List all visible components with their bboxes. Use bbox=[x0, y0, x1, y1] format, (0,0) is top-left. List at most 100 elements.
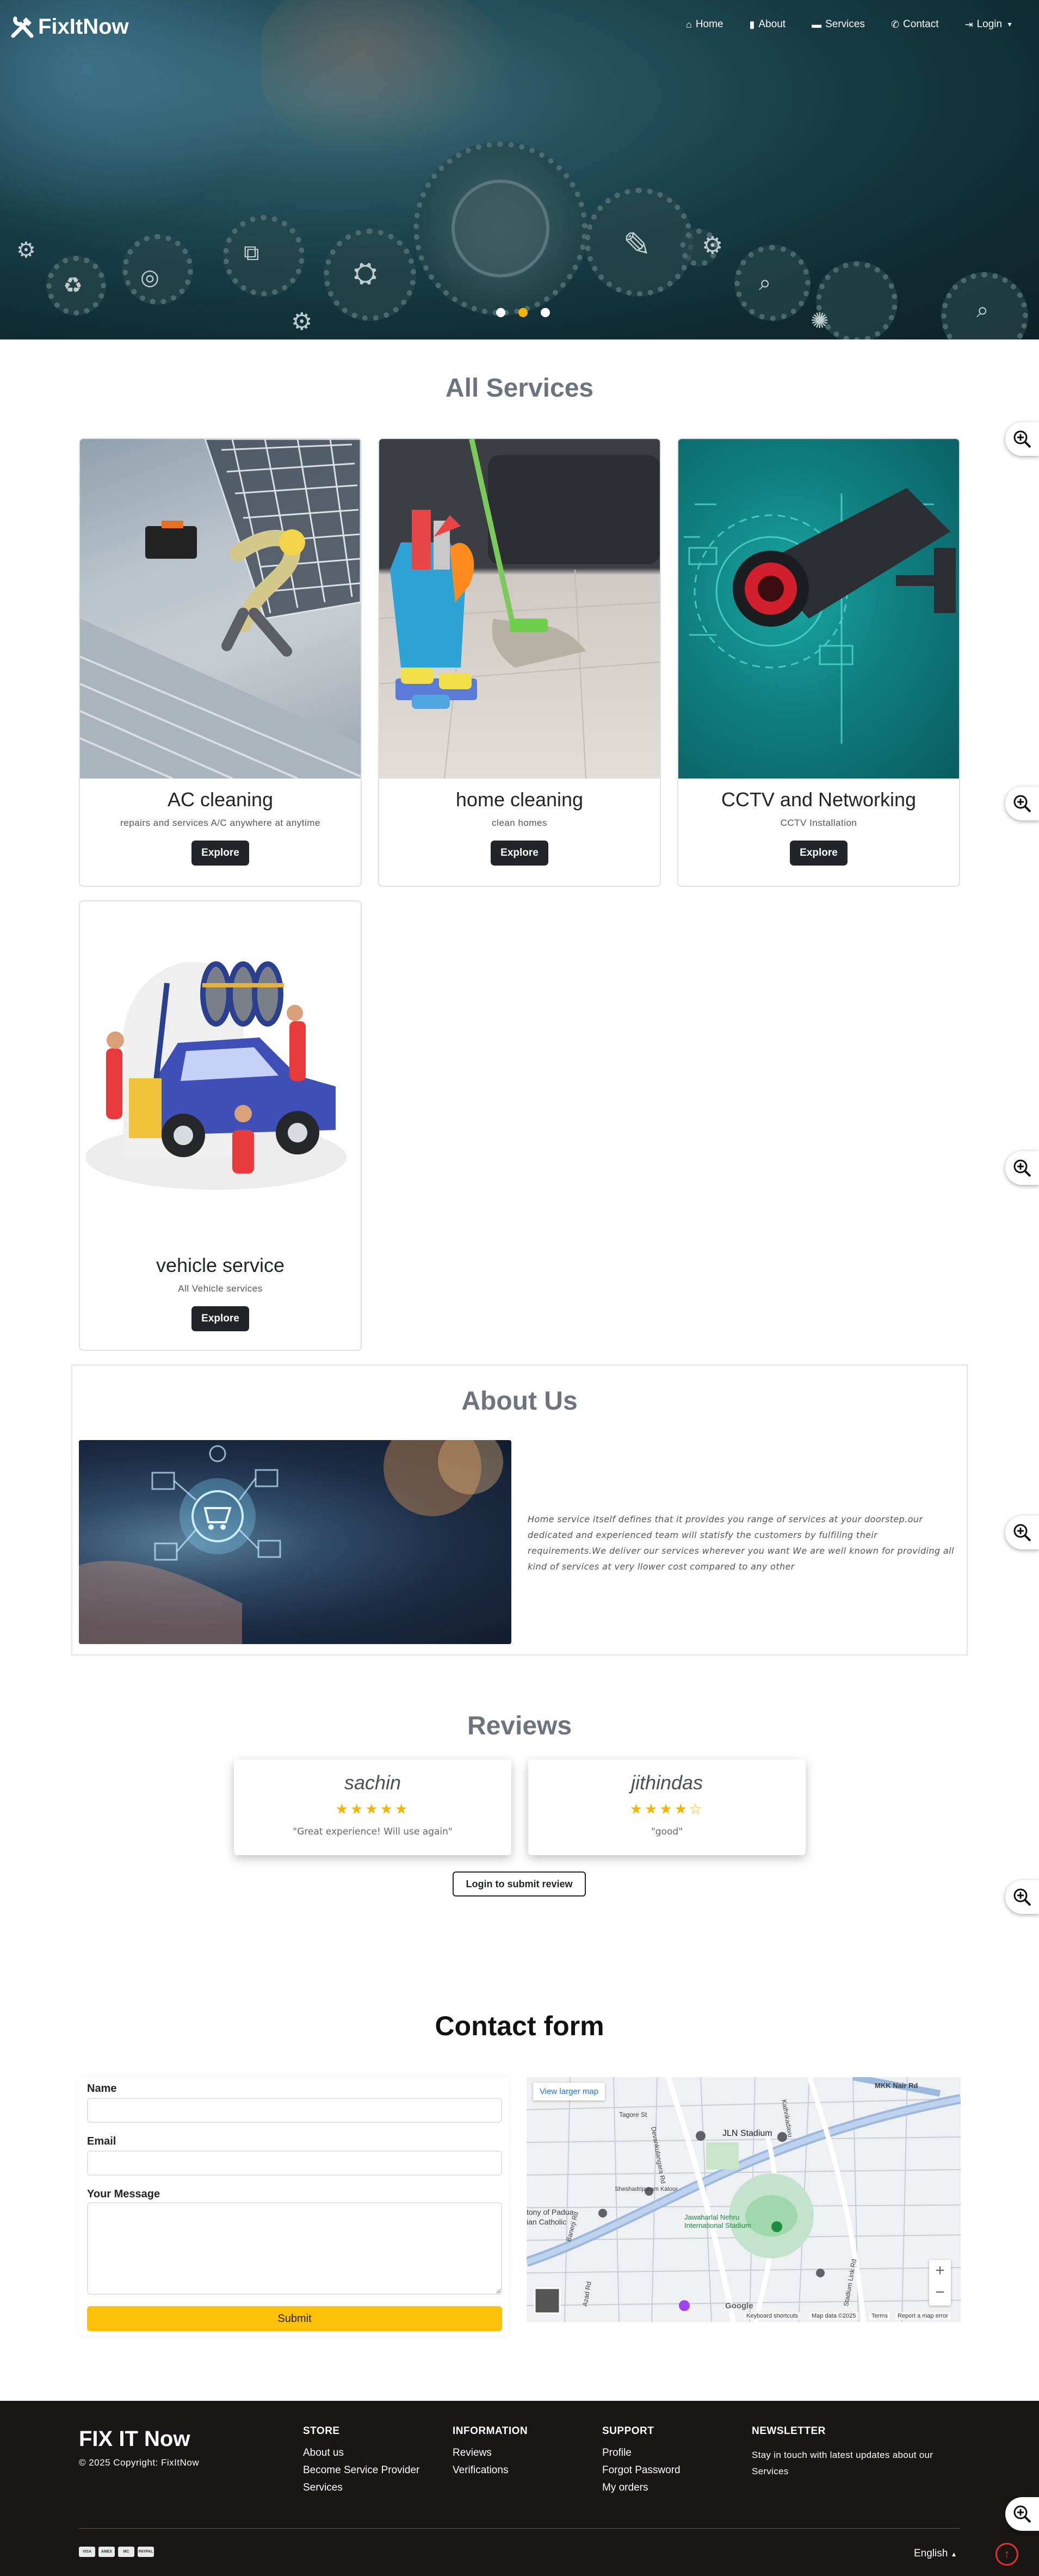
gear-icon bbox=[734, 245, 811, 321]
explore-button[interactable]: Explore bbox=[191, 841, 249, 866]
service-title: CCTV and Networking bbox=[721, 788, 917, 811]
explore-button[interactable]: Explore bbox=[790, 841, 848, 866]
target-icon: ◎ bbox=[140, 265, 159, 289]
message-textarea[interactable] bbox=[87, 2202, 502, 2295]
zoom-widget[interactable] bbox=[1005, 1880, 1039, 1914]
footer-information: INFORMATION Reviews Verifications bbox=[453, 2425, 528, 2482]
footer-brand: FIX IT Now bbox=[79, 2427, 190, 2451]
cogs-icon: ⚙ bbox=[291, 308, 313, 335]
hero-carousel: ✎ ⛭ ⧉ ◎ ♻ ⌕ ⌕ ⚙ ⚙ ⚙ ✺ FixItNow ⌂ Home ▮ Ab… bbox=[0, 0, 1039, 339]
zoom-icon bbox=[1013, 1524, 1031, 1542]
magnifier-icon: ⌕ bbox=[976, 298, 989, 322]
nav-about[interactable]: ▮ About bbox=[750, 18, 786, 30]
zoom-widget[interactable] bbox=[1005, 422, 1039, 456]
footer-link-orders[interactable]: My orders bbox=[602, 2482, 681, 2494]
carousel-indicators bbox=[496, 308, 563, 317]
map-report-link[interactable]: Report a map error bbox=[895, 2312, 950, 2320]
nav-services[interactable]: ▬ Services bbox=[812, 18, 865, 30]
footer-link-forgot-password[interactable]: Forgot Password bbox=[602, 2464, 681, 2476]
about-image bbox=[79, 1440, 511, 1644]
name-input[interactable] bbox=[87, 2098, 502, 2123]
submit-button[interactable]: Submit bbox=[87, 2306, 502, 2331]
cogs-icon: ⚙ bbox=[16, 238, 36, 262]
tools-icon bbox=[10, 14, 35, 39]
nav-home-label: Home bbox=[695, 18, 723, 30]
cogs-icon: ⚙ bbox=[702, 232, 723, 259]
service-desc: clean homes bbox=[492, 818, 547, 828]
reviewer-name: sachin bbox=[344, 1771, 401, 1794]
zoom-widget[interactable] bbox=[1005, 2497, 1039, 2531]
footer-link-services[interactable]: Services bbox=[303, 2482, 419, 2494]
map-terms-link[interactable]: Terms bbox=[869, 2312, 890, 2320]
nav-contact[interactable]: ✆ Contact bbox=[891, 18, 939, 30]
review-quote: "good" bbox=[651, 1826, 683, 1837]
zoom-icon bbox=[1013, 2505, 1031, 2523]
brand-logo[interactable]: FixItNow bbox=[10, 13, 129, 40]
map-data-text: Map data ©2025 bbox=[809, 2312, 858, 2320]
home-icon: ⌂ bbox=[685, 18, 692, 30]
cctv-image bbox=[678, 439, 959, 779]
mastercard-icon: MC bbox=[118, 2547, 134, 2557]
service-desc: All Vehicle services bbox=[178, 1283, 263, 1294]
map-label: Jawaharlal Nehru International Stadium bbox=[684, 2213, 751, 2229]
email-input[interactable] bbox=[87, 2151, 502, 2176]
explore-button[interactable]: Explore bbox=[491, 841, 548, 866]
service-title: vehicle service bbox=[156, 1254, 285, 1276]
footer-store: STORE About us Become Service Provider S… bbox=[303, 2425, 419, 2499]
lightbulb-icon: ✺ bbox=[811, 309, 829, 333]
paypal-icon: PAYPAL bbox=[138, 2547, 154, 2557]
service-card-ac: AC cleaning repairs and services A/C any… bbox=[79, 438, 362, 887]
people-icon: ⛭ bbox=[354, 257, 378, 289]
footer-link-provider[interactable]: Become Service Provider bbox=[303, 2464, 419, 2476]
footer-link-verifications[interactable]: Verifications bbox=[453, 2464, 528, 2476]
footer-support: SUPPORT Profile Forgot Password My order… bbox=[602, 2425, 681, 2499]
brand-name: FixItNow bbox=[38, 14, 129, 39]
inner-gear-icon bbox=[452, 180, 549, 277]
footer-divider bbox=[79, 2528, 960, 2529]
map-label: tony of Padua bbox=[527, 2208, 574, 2216]
footer-heading: SUPPORT bbox=[602, 2425, 654, 2437]
footer-heading: STORE bbox=[303, 2425, 340, 2437]
name-label: Name bbox=[87, 2083, 117, 2095]
star-rating: ★★★★☆ bbox=[629, 1801, 704, 1817]
map-zoom-control[interactable]: + − bbox=[929, 2260, 951, 2306]
zoom-icon bbox=[1013, 1159, 1031, 1177]
gear-icon bbox=[223, 215, 305, 296]
footer-link-profile[interactable]: Profile bbox=[602, 2447, 681, 2459]
zoom-icon bbox=[1013, 430, 1031, 448]
sign-in-icon: ⇥ bbox=[964, 18, 973, 30]
back-to-top-icon[interactable]: ↑ bbox=[995, 2543, 1018, 2566]
navbar: FixItNow ⌂ Home ▮ About ▬ Services ✆ Contact… bbox=[0, 0, 1039, 53]
home-cleaning-image bbox=[379, 439, 660, 779]
login-to-review-button[interactable]: Login to submit review bbox=[453, 1871, 586, 1897]
caret-up-icon: ▲ bbox=[950, 2550, 957, 2558]
zoom-widget[interactable] bbox=[1005, 787, 1039, 820]
explore-button[interactable]: Explore bbox=[191, 1306, 249, 1331]
footer-copyright: © 2025 Copyright: FixItNow bbox=[79, 2457, 200, 2468]
reviewer-name: jithindas bbox=[630, 1771, 703, 1794]
map-label: JLN Stadium bbox=[722, 2129, 772, 2138]
vehicle-service-image bbox=[80, 901, 361, 1244]
message-label: Your Message bbox=[87, 2188, 160, 2200]
zoom-widget[interactable] bbox=[1005, 1516, 1039, 1549]
map-shortcuts-link[interactable]: Keyboard shortcuts bbox=[744, 2312, 800, 2320]
map-zoom-out-icon[interactable]: − bbox=[929, 2282, 951, 2303]
service-card-vehicle: vehicle service All Vehicle services Exp… bbox=[79, 900, 362, 1351]
footer-newsletter: NEWSLETTER Stay in touch with latest upd… bbox=[752, 2425, 969, 2480]
map-embed[interactable]: View larger map Tagore St MKK Nair Rd JL… bbox=[527, 2077, 961, 2322]
footer-link-reviews[interactable]: Reviews bbox=[453, 2447, 528, 2459]
ac-cleaning-image bbox=[80, 439, 361, 779]
language-selector[interactable]: English ▲ bbox=[914, 2548, 957, 2560]
carousel-dot[interactable] bbox=[541, 308, 550, 317]
footer-link-about[interactable]: About us bbox=[303, 2447, 419, 2459]
service-desc: CCTV Installation bbox=[780, 818, 857, 828]
nav-login[interactable]: ⇥ Login ▼ bbox=[965, 18, 1013, 30]
zoom-widget[interactable] bbox=[1005, 1151, 1039, 1185]
carousel-dot[interactable] bbox=[496, 308, 505, 317]
carousel-dot-active[interactable] bbox=[518, 308, 528, 317]
nav-home[interactable]: ⌂ Home bbox=[686, 18, 723, 30]
map-zoom-in-icon[interactable]: + bbox=[929, 2260, 951, 2282]
nav-contact-label: Contact bbox=[903, 18, 939, 30]
briefcase-icon: ▬ bbox=[812, 18, 822, 30]
view-larger-map-link[interactable]: View larger map bbox=[533, 2083, 605, 2101]
